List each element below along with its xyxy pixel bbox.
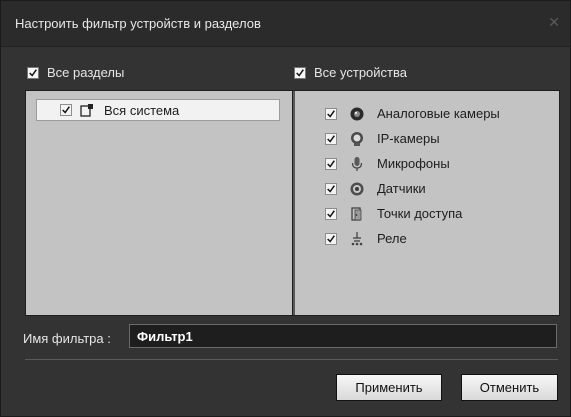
section-item-whole-system[interactable]: Вся система <box>36 99 280 121</box>
title-bar: Настроить фильтр устройств и разделов ✕ <box>1 1 570 47</box>
divider <box>25 359 558 360</box>
device-list: Аналоговые камеры IP-камеры Микрофоны Да… <box>325 101 500 251</box>
device-item-ip-cameras[interactable]: IP-камеры <box>325 126 500 151</box>
access-point-icon <box>351 206 362 221</box>
device-checkbox[interactable] <box>325 182 337 195</box>
device-item-microphones[interactable]: Микрофоны <box>325 151 500 176</box>
device-label: Аналоговые камеры <box>377 106 500 121</box>
filter-name-label: Имя фильтра : <box>23 331 111 346</box>
section-checkbox[interactable] <box>60 104 72 116</box>
device-label: Точки доступа <box>377 206 463 221</box>
all-devices-checkbox[interactable]: Все устройства <box>294 65 407 80</box>
relay-icon <box>351 231 363 245</box>
devices-panel: Аналоговые камеры IP-камеры Микрофоны Да… <box>292 90 560 316</box>
all-sections-label: Все разделы <box>47 65 125 80</box>
device-item-sensors[interactable]: Датчики <box>325 176 500 201</box>
close-icon[interactable]: ✕ <box>548 14 560 31</box>
system-icon <box>80 104 93 117</box>
device-checkbox[interactable] <box>325 232 337 245</box>
device-label: Реле <box>377 231 407 246</box>
cancel-button[interactable]: Отменить <box>461 374 558 401</box>
all-sections-check-icon[interactable] <box>27 66 39 79</box>
device-checkbox[interactable] <box>325 107 337 120</box>
microphone-icon <box>351 156 363 171</box>
device-checkbox[interactable] <box>325 157 337 170</box>
device-label: Микрофоны <box>377 156 450 171</box>
device-label: Датчики <box>377 181 426 196</box>
device-item-analog-cameras[interactable]: Аналоговые камеры <box>325 101 500 126</box>
section-item-label: Вся система <box>104 102 180 118</box>
all-devices-check-icon[interactable] <box>294 66 306 79</box>
apply-button[interactable]: Применить <box>336 374 442 401</box>
all-sections-checkbox[interactable]: Все разделы <box>27 65 124 80</box>
filter-name-input[interactable] <box>129 324 557 348</box>
dialog-title: Настроить фильтр устройств и разделов <box>15 16 261 31</box>
device-item-access-points[interactable]: Точки доступа <box>325 201 500 226</box>
device-checkbox[interactable] <box>325 207 337 220</box>
sections-panel: Вся система <box>25 90 293 316</box>
ip-camera-icon <box>351 131 363 146</box>
device-item-relays[interactable]: Реле <box>325 226 500 251</box>
all-devices-label: Все устройства <box>314 65 407 80</box>
filter-dialog: Настроить фильтр устройств и разделов ✕ … <box>0 0 571 417</box>
sensor-icon <box>350 182 364 195</box>
device-label: IP-камеры <box>377 131 440 146</box>
device-checkbox[interactable] <box>325 132 337 145</box>
analog-camera-icon <box>350 107 364 120</box>
